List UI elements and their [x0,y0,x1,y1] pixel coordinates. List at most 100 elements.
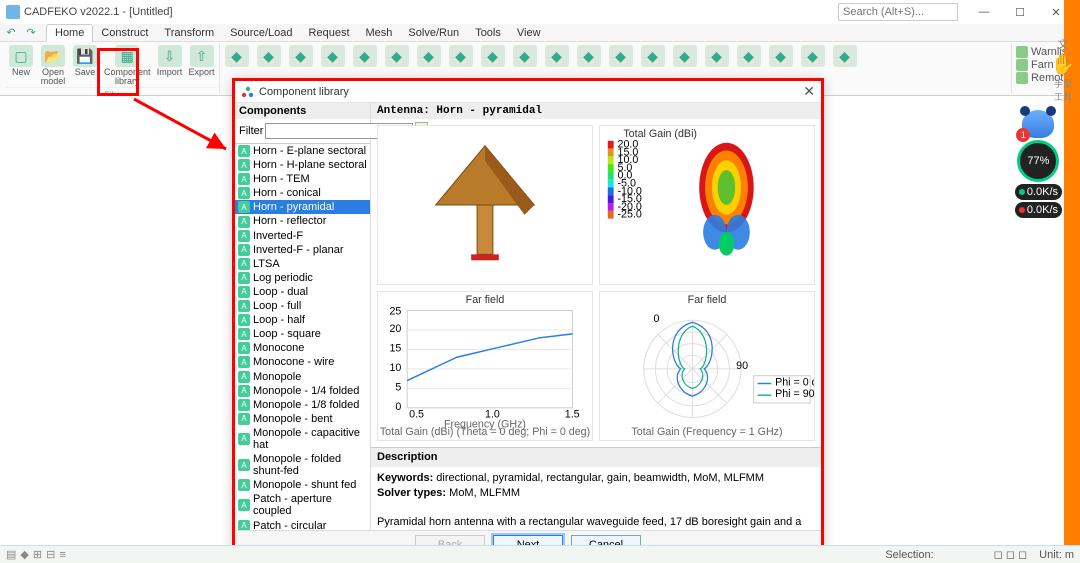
list-item[interactable]: AMonopole - capacitive hat [235,426,370,452]
antenna-header: Antenna: Horn - pyramidal [371,103,821,119]
antenna-icon: A [238,159,250,171]
list-item[interactable]: AMonocone [235,341,370,355]
dialog-title: Component library [259,86,349,98]
ribbon-misc-12[interactable]: ◆ [606,44,636,68]
ribbon-misc-8[interactable]: ◆ [478,44,508,68]
antenna-icon: A [238,479,250,491]
redo-button[interactable]: ↷ [22,26,40,39]
menutab-sourceload[interactable]: Source/Load [222,25,300,41]
dialog-close-button[interactable]: ✕ [803,83,815,100]
search-input[interactable] [838,3,958,21]
ribbon-icon: ▢ [9,45,33,67]
hand-tool-label: 手型 工具 [1048,77,1078,103]
svg-text:1.5: 1.5 [565,409,580,421]
list-item[interactable]: AMonocone - wire [235,355,370,369]
ribbon-misc-18[interactable]: ◆ [798,44,828,68]
ribbon-misc-6[interactable]: ◆ [414,44,444,68]
list-item[interactable]: ALoop - square [235,327,370,341]
svg-text:90: 90 [736,360,748,372]
antenna-icon: A [238,258,250,270]
list-item[interactable]: AHorn - E-plane sectoral [235,144,370,158]
list-item[interactable]: AHorn - TEM [235,172,370,186]
cpu-gauge[interactable]: 77% [1017,140,1059,182]
ribbon-misc-16[interactable]: ◆ [734,44,764,68]
svg-text:15: 15 [389,342,401,354]
antenna-icon: A [238,433,250,445]
ribbon-misc-1[interactable]: ◆ [254,44,284,68]
list-item[interactable]: AMonopole - bent [235,412,370,426]
ribbon-misc-7[interactable]: ◆ [446,44,476,68]
ribbon-new[interactable]: ▢New [6,44,36,87]
filter-label: Filter [239,125,263,137]
list-item[interactable]: AHorn - reflector [235,214,370,228]
list-item[interactable]: APatch - aperture coupled [235,492,370,518]
svg-text:0: 0 [395,401,401,413]
ribbon-misc-15[interactable]: ◆ [702,44,732,68]
antenna-icon: A [238,399,250,411]
list-item[interactable]: AMonopole - shunt fed [235,478,370,492]
list-item[interactable]: AMonopole - 1/4 folded [235,384,370,398]
list-item[interactable]: AHorn - conical [235,186,370,200]
menutab-tools[interactable]: Tools [467,25,509,41]
minimize-button[interactable]: — [966,6,1002,19]
mascot-icon[interactable]: 1 [1022,110,1054,138]
ribbon-misc-3[interactable]: ◆ [318,44,348,68]
app-icon [6,5,20,19]
description-panel: Description Keywords: directional, pyram… [371,447,821,530]
ribbon-open[interactable]: 📂Open model [38,44,68,87]
ribbon-misc-2[interactable]: ◆ [286,44,316,68]
ribbon-component[interactable]: ▦Component library [102,44,153,87]
selection-label: Selection: [885,549,933,561]
ribbon-misc-13[interactable]: ◆ [638,44,668,68]
preview-3d-gain: Total Gain (dBi) 20.015.010.05.00.0-5.0-… [599,125,815,285]
list-item[interactable]: AHorn - pyramidal [235,200,370,214]
ribbon-misc-4[interactable]: ◆ [350,44,380,68]
list-item[interactable]: AMonopole [235,370,370,384]
ribbon-save[interactable]: 💾Save [70,44,100,87]
undo-button[interactable]: ↶ [2,26,20,39]
list-item[interactable]: AMonopole - 1/8 folded [235,398,370,412]
ribbon-import[interactable]: ⇩Import [155,44,185,87]
list-item[interactable]: AHorn - H-plane sectoral [235,158,370,172]
ribbon-misc-0[interactable]: ◆ [222,44,252,68]
window-controls: — ☐ ✕ [966,6,1074,19]
ribbon-misc-9[interactable]: ◆ [510,44,540,68]
list-item[interactable]: AInverted-F [235,229,370,243]
ribbon-misc-17[interactable]: ◆ [766,44,796,68]
svg-text:Phi = 0 deg: Phi = 0 deg [775,376,814,388]
component-list[interactable]: AHorn - E-plane sectoralAHorn - H-plane … [235,143,370,530]
list-item[interactable]: APatch - circular [235,519,370,530]
ribbon-export[interactable]: ⇧Export [187,44,217,87]
list-item[interactable]: ALTSA [235,257,370,271]
ribbon-misc-5[interactable]: ◆ [382,44,412,68]
menutab-solverun[interactable]: Solve/Run [400,25,467,41]
antenna-icon: A [238,328,250,340]
list-item[interactable]: ALoop - half [235,313,370,327]
hand-tool-icon[interactable]: ✋ [1048,52,1078,77]
ribbon-icon: ⇧ [190,45,214,67]
ribbon-icon: 💾 [73,45,97,67]
ribbon-misc-11[interactable]: ◆ [574,44,604,68]
maximize-button[interactable]: ☐ [1002,6,1038,19]
menutab-view[interactable]: View [509,25,549,41]
ribbon-misc-14[interactable]: ◆ [670,44,700,68]
menutab-request[interactable]: Request [301,25,358,41]
menutab-construct[interactable]: Construct [93,25,156,41]
list-item[interactable]: ALoop - full [235,299,370,313]
status-icons: ▤◆⊞⊟≡ [6,548,70,561]
list-item[interactable]: AMonopole - folded shunt-fed [235,452,370,478]
antenna-icon: A [238,342,250,354]
list-item[interactable]: AInverted-F - planar [235,243,370,257]
list-item[interactable]: ALog periodic [235,271,370,285]
menutab-mesh[interactable]: Mesh [358,25,401,41]
overlay-widget: 1 77% 0.0K/s 0.0K/s [1015,110,1062,218]
list-item[interactable]: ALoop - dual [235,285,370,299]
ribbon-misc-19[interactable]: ◆ [830,44,860,68]
preview-line-chart: Far field 0 5 10 15 20 25 0.51.01.5 Freq… [377,291,593,441]
titlebar: CADFEKO v2022.1 - [Untitled] — ☐ ✕ [0,0,1080,24]
menutab-home[interactable]: Home [46,24,93,42]
menutab-transform[interactable]: Transform [156,25,222,41]
antenna-icon: A [238,314,250,326]
svg-text:Phi = 90 deg: Phi = 90 deg [775,388,814,400]
ribbon-misc-10[interactable]: ◆ [542,44,572,68]
